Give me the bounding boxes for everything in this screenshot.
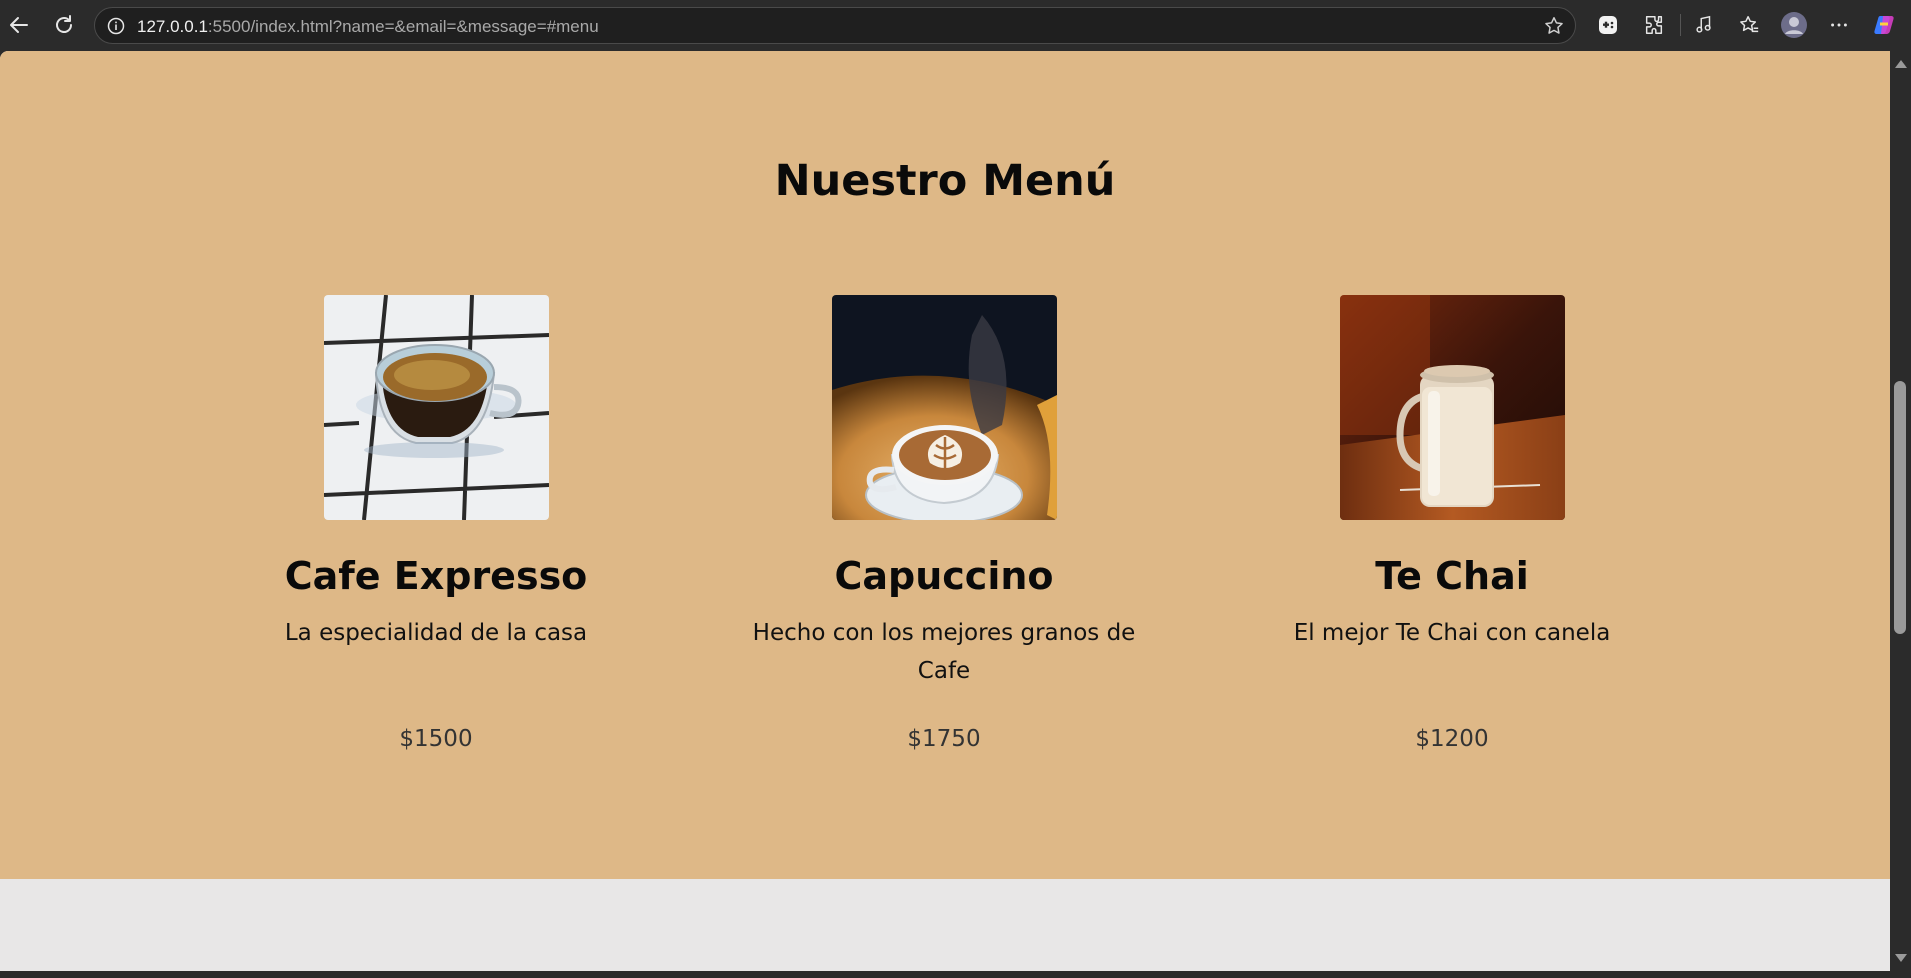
more-icon[interactable] bbox=[1825, 11, 1853, 39]
chai-jar-photo bbox=[1339, 295, 1565, 520]
menu-card-te-chai: Te Chai El mejor Te Chai con canela $120… bbox=[1217, 295, 1687, 752]
url-path: :5500/index.html?name=&email=&message=#m… bbox=[207, 17, 599, 36]
scroll-up-arrow-icon[interactable] bbox=[1895, 60, 1907, 68]
menu-item-price: $1500 bbox=[399, 726, 473, 752]
info-icon[interactable] bbox=[107, 17, 125, 35]
profile-avatar[interactable] bbox=[1780, 11, 1808, 39]
menu-item-price: $1200 bbox=[1415, 726, 1489, 752]
url-text[interactable]: 127.0.0.1:5500/index.html?name=&email=&m… bbox=[137, 17, 599, 36]
menu-item-price: $1750 bbox=[907, 726, 981, 752]
copilot-icon[interactable] bbox=[1870, 11, 1898, 39]
star-icon[interactable] bbox=[1543, 15, 1565, 37]
menu-card-capuccino: Capuccino Hecho con los mejores granos d… bbox=[709, 295, 1179, 752]
menu-item-description: El mejor Te Chai con canela bbox=[1293, 620, 1611, 646]
toolbar-divider bbox=[1680, 14, 1681, 36]
read-aloud-icon[interactable] bbox=[1690, 11, 1718, 39]
back-arrow-icon[interactable] bbox=[5, 11, 33, 39]
cappuccino-latte-art-photo bbox=[831, 295, 1057, 520]
menu-item-description: La especialidad de la casa bbox=[284, 620, 588, 646]
menu-title: Nuestro Menú bbox=[774, 156, 1116, 206]
favorites-icon[interactable] bbox=[1735, 11, 1763, 39]
extensions-icon[interactable] bbox=[1640, 11, 1668, 39]
scrollbar-thumb[interactable] bbox=[1894, 381, 1906, 634]
window-bottom-edge bbox=[0, 971, 1911, 978]
menu-item-name: Te Chai bbox=[1375, 554, 1529, 598]
page-viewport: Nuestro Menú Cafe Expresso La especialid… bbox=[0, 51, 1890, 971]
menu-item-name: Cafe Expresso bbox=[284, 554, 588, 598]
menu-item-description: Hecho con los mejores granos de Cafe bbox=[752, 620, 1136, 684]
url-host: 127.0.0.1 bbox=[137, 17, 208, 36]
scroll-down-arrow-icon[interactable] bbox=[1895, 954, 1907, 962]
address-bar[interactable]: 127.0.0.1:5500/index.html?name=&email=&m… bbox=[94, 7, 1576, 44]
reload-icon[interactable] bbox=[50, 11, 78, 39]
page-scrollbar[interactable] bbox=[1890, 51, 1911, 971]
menu-card-cafe-expresso: Cafe Expresso La especialidad de la casa… bbox=[201, 295, 671, 752]
menu-section: Nuestro Menú Cafe Expresso La especialid… bbox=[0, 51, 1890, 879]
games-icon[interactable] bbox=[1594, 11, 1622, 39]
browser-toolbar: 127.0.0.1:5500/index.html?name=&email=&m… bbox=[0, 0, 1911, 51]
espresso-cup-photo bbox=[323, 295, 549, 520]
menu-item-name: Capuccino bbox=[834, 554, 1054, 598]
